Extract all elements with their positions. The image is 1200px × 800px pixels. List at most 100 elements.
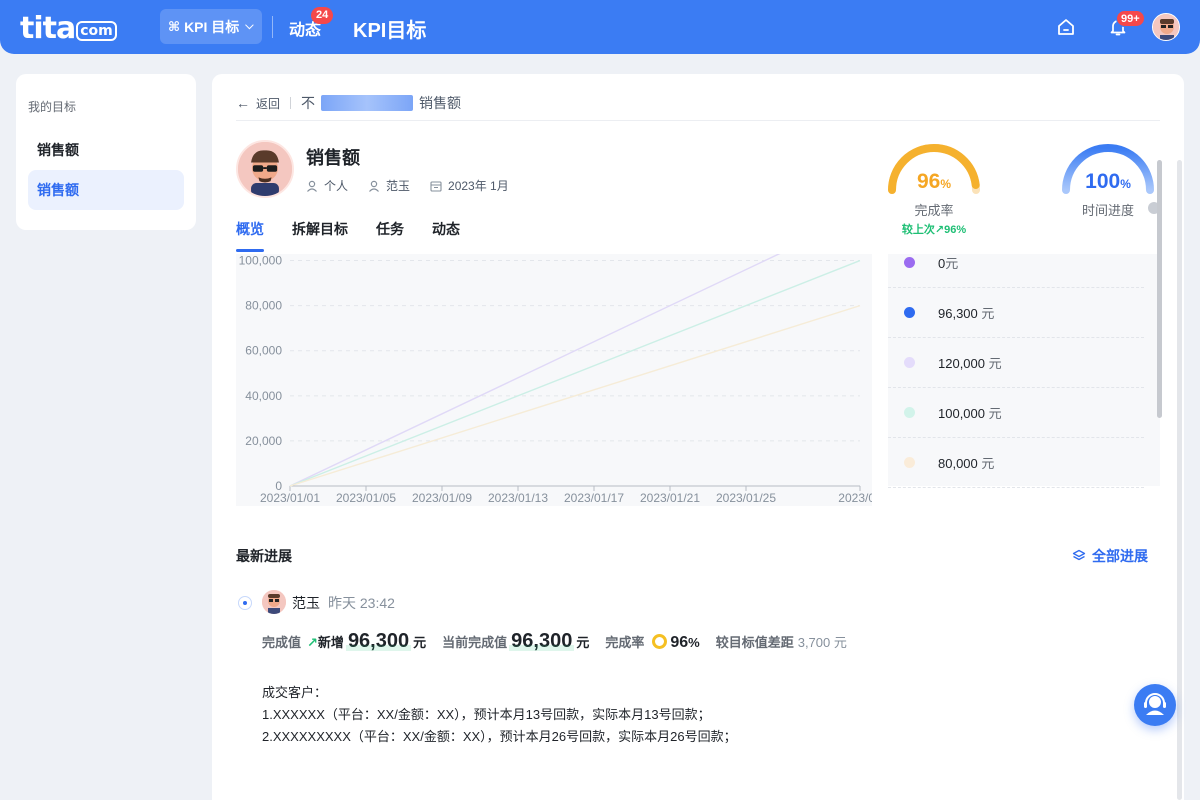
avatar-illustration xyxy=(262,590,286,614)
top-navigation-bar: tita com ⌘ KPI 目标 ⌵ 动态 24 KPI目标 99+ xyxy=(0,0,1200,54)
sidebar-item-goal-selected[interactable]: 销售额 xyxy=(28,170,184,210)
redacted-text xyxy=(321,95,414,111)
notification-count-badge: 99+ xyxy=(1116,10,1145,27)
legend-row: 0元 xyxy=(888,238,1144,288)
page-scrollbar[interactable] xyxy=(1177,160,1182,800)
calendar-icon xyxy=(430,180,442,192)
y-tick-label: 20,000 xyxy=(245,434,282,448)
progress-chart: 0 20,000 40,000 60,000 80,000 100,000 2023/01/… xyxy=(236,214,882,506)
legend-dot xyxy=(904,357,915,368)
legend-dot xyxy=(904,457,915,468)
user-avatar[interactable] xyxy=(1152,13,1180,41)
chevron-down-icon: ⌵ xyxy=(245,20,254,32)
record-user-avatar xyxy=(262,590,286,614)
back-link[interactable]: 返回 xyxy=(256,95,280,112)
logo-text: tita xyxy=(20,11,76,46)
person-icon xyxy=(307,180,317,192)
all-progress-label: 全部进展 xyxy=(1092,548,1148,564)
completion-value: 96% xyxy=(916,170,952,193)
rate-label: 完成率 xyxy=(605,635,645,650)
time-progress-gauge: 100% 时间进度 xyxy=(1058,140,1158,218)
goal-owner-avatar xyxy=(236,140,294,198)
goal-type-label: 个人 xyxy=(324,179,349,193)
x-tick-label: 2023/01/21 xyxy=(640,491,700,505)
diff-value: 3,700 元 xyxy=(797,635,847,650)
feed-count-badge: 24 xyxy=(311,7,334,24)
series-line xyxy=(289,214,861,487)
legend-dot xyxy=(904,307,915,318)
sidebar-heading: 我的目标 xyxy=(28,100,77,114)
apps-grid-icon: ⌘ xyxy=(168,18,181,34)
home-icon[interactable] xyxy=(1056,17,1076,37)
progress-stats: 完成值 ↗新增 96,300 元 当前完成值 96,300 元 完成率 96% … xyxy=(262,630,847,653)
y-tick-label: 40,000 xyxy=(245,389,282,403)
support-button[interactable] xyxy=(1134,684,1176,726)
record-timestamp: 昨天 23:42 xyxy=(328,595,395,611)
breadcrumb-divider xyxy=(290,97,292,109)
current-label: 当前完成值 xyxy=(442,635,508,650)
x-tick-label: 2023/01/25 xyxy=(716,491,776,505)
tab-overview[interactable]: 概览 xyxy=(236,219,264,252)
x-tick-label: 2023/01 xyxy=(838,491,872,505)
breadcrumb: ← 返回 不 销售额 xyxy=(236,94,461,112)
legend-row: 80,000 元 xyxy=(888,438,1144,488)
tab-activity[interactable]: 动态 xyxy=(432,219,460,239)
legend-dot xyxy=(904,257,915,268)
series-line xyxy=(289,304,861,487)
goal-owner-name: 范玉 xyxy=(386,179,411,193)
layers-icon xyxy=(1072,549,1086,561)
legend-value: 120,000 元 xyxy=(938,356,1002,371)
workspace-switcher[interactable]: ⌘ KPI 目标 ⌵ xyxy=(160,9,262,44)
nav-divider xyxy=(272,16,273,38)
rate-value: 96% xyxy=(670,634,700,651)
tita-logo[interactable]: tita com xyxy=(20,11,117,46)
completion-label: 完成率 xyxy=(914,203,954,218)
tab-breakdown[interactable]: 拆解目标 xyxy=(292,219,348,239)
all-progress-link[interactable]: 全部进展 xyxy=(1072,546,1148,566)
done-label: 完成值 xyxy=(262,635,302,650)
chart-legend: 0元 96,300 元 120,000 元 100,000 元 80,000 元 xyxy=(888,254,1160,488)
back-arrow-icon[interactable]: ← xyxy=(236,95,250,111)
sidebar-item-goal[interactable]: 销售额 xyxy=(28,130,184,170)
legend-value: 100,000 元 xyxy=(938,406,1002,421)
increment-unit: 元 xyxy=(413,635,427,650)
logo-suffix: com xyxy=(76,21,117,41)
compare-last: 较上次↗96% xyxy=(901,224,967,236)
page-title: KPI目标 xyxy=(353,20,427,42)
user-icon xyxy=(369,180,379,192)
x-tick-label: 2023/01/05 xyxy=(336,491,396,505)
record-user-name[interactable]: 范玉 xyxy=(292,593,320,613)
legend-value: 96,300 元 xyxy=(938,306,995,321)
tab-tasks[interactable]: 任务 xyxy=(376,219,404,239)
legend-row: 100,000 元 xyxy=(888,388,1144,438)
customer-service-icon xyxy=(1144,693,1166,715)
y-tick-label: 80,000 xyxy=(245,299,282,313)
latest-progress-title: 最新进展 xyxy=(236,548,292,564)
breadcrumb-current: 销售额 xyxy=(419,95,462,111)
legend-dot xyxy=(904,407,915,418)
note-line: 2.XXXXXXXXX（平台：XX/金额：XX），预计本月26号回款，实际本月2… xyxy=(262,729,737,744)
diff-label: 较目标值差距 xyxy=(715,635,794,650)
increment-label: ↗新增 xyxy=(307,635,344,650)
progress-note: 成交客户： 1.XXXXXX（平台：XX/金额：XX），预计本月13号回款，实际… xyxy=(262,682,737,748)
chart-svg: 020,00040,00060,00080,000100,0002023/01/… xyxy=(239,214,882,505)
rate-ring-icon xyxy=(652,634,668,649)
series-line xyxy=(289,259,861,487)
completion-gauge: 96% 完成率 xyxy=(884,140,984,218)
goal-sidebar: 我的目标 销售额 销售额 xyxy=(16,74,196,230)
goal-title: 销售额 xyxy=(306,148,360,168)
x-tick-label: 2023/01/01 xyxy=(260,491,320,505)
note-line: 1.XXXXXX（平台：XX/金额：XX），预计本月13号回款，实际本月13号回… xyxy=(262,707,711,722)
legend-scrollbar[interactable] xyxy=(1157,160,1162,418)
goal-type: 个人 xyxy=(306,177,348,194)
y-tick-label: 60,000 xyxy=(245,344,282,358)
breadcrumb-prefix[interactable]: 不 xyxy=(301,93,315,113)
x-tick-label: 2023/01/17 xyxy=(564,491,624,505)
increment-value: 96,300 xyxy=(345,630,412,652)
goal-period: 2023年 1月 xyxy=(430,177,509,194)
avatar-illustration xyxy=(1153,14,1179,40)
legend-row: 96,300 元 xyxy=(888,288,1144,338)
workspace-label: KPI 目标 xyxy=(184,18,240,35)
legend-row: 120,000 元 xyxy=(888,338,1144,388)
goal-owner[interactable]: 范玉 xyxy=(368,177,410,194)
